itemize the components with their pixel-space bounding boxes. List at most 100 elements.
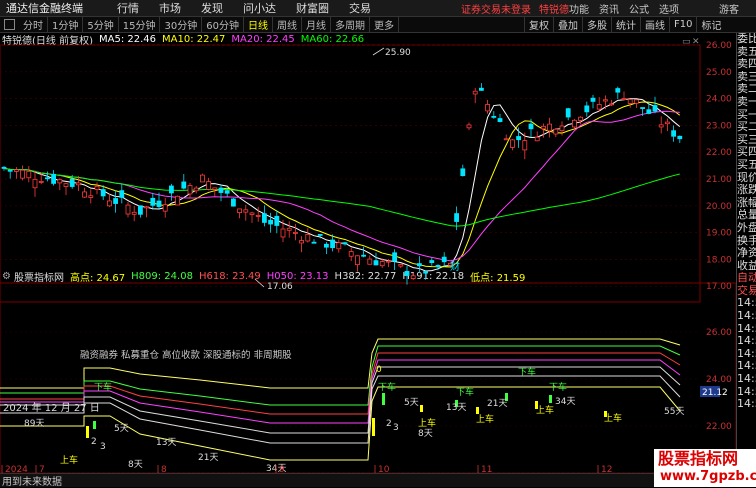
tab-60min[interactable]: 60分钟: [202, 17, 244, 32]
tab-timeshare[interactable]: 分时: [19, 17, 48, 32]
candle-body: [107, 200, 112, 207]
candle-body: [621, 98, 627, 100]
menu-function[interactable]: 功能: [569, 1, 589, 16]
tool-stats[interactable]: 统计: [611, 17, 640, 32]
menu-news[interactable]: 资讯: [599, 1, 619, 16]
candle-body: [640, 107, 645, 109]
label-buy-6: 上车: [604, 412, 622, 424]
login-warning[interactable]: 证券交易未登录: [461, 1, 531, 16]
candle-body: [503, 138, 509, 141]
tab-1min[interactable]: 1分钟: [48, 17, 84, 32]
candle-body: [541, 125, 546, 130]
label-8d-b: 8天: [418, 429, 433, 439]
menu-discover[interactable]: 发现: [201, 0, 223, 16]
chart-minimize-icon[interactable]: ▭: [682, 37, 691, 47]
candle-body: [150, 197, 156, 206]
stock-link[interactable]: 特锐德: [539, 1, 569, 16]
candle-body: [206, 181, 212, 190]
menu-options[interactable]: 选项: [659, 1, 679, 16]
label-21d-b: 21天: [487, 399, 507, 409]
sidebar-field: 收益: [737, 259, 756, 272]
sidebar-field: 14:5: [737, 310, 756, 323]
label-num-3b: 3: [393, 423, 399, 433]
sidebar-field: 换手: [737, 234, 756, 247]
sidebar-field: 委比: [737, 33, 756, 45]
menu-market[interactable]: 市场: [159, 0, 181, 16]
candlesticks: [1, 83, 683, 285]
chart-area[interactable]: 26.00 25.00 24.00 23.00 22.00 21.00 20.00 19.00…: [0, 33, 736, 473]
label-num-0: 0: [376, 365, 382, 375]
label-13d: 13天: [156, 438, 176, 448]
toolbar-grid-icon[interactable]: [4, 19, 15, 30]
candle-body: [94, 185, 100, 190]
x-tick-label: 7: [39, 465, 45, 473]
tool-adjust[interactable]: 复权: [524, 17, 553, 32]
candle-body: [20, 169, 26, 179]
candle-body: [460, 168, 466, 177]
user-guest[interactable]: 游客: [719, 1, 739, 16]
candle-body: [292, 231, 298, 234]
tool-overlay[interactable]: 叠加: [553, 17, 582, 32]
signal-bar: [476, 407, 479, 414]
y-tick-label: 21.00: [706, 175, 732, 185]
high-pointer: [372, 47, 385, 56]
tab-multi[interactable]: 多周期: [331, 17, 370, 32]
sidebar-field: 14:5: [737, 335, 756, 348]
candle-body: [280, 228, 286, 238]
finance-marker[interactable]: 财: [450, 260, 460, 273]
candle-body: [478, 87, 484, 91]
x-tick-label: 12: [601, 465, 612, 473]
ind-y-tick: 26.00: [706, 328, 732, 338]
tab-30min[interactable]: 30分钟: [160, 17, 203, 32]
sidebar-field: 卖一: [737, 95, 756, 108]
tool-mark[interactable]: 标记: [696, 17, 725, 32]
candle-body: [354, 255, 360, 266]
tool-f10[interactable]: F10: [669, 17, 696, 32]
menu-ask[interactable]: 问小达: [243, 0, 276, 16]
label-34d-b: 34天: [555, 397, 575, 407]
sidebar-field: 买一: [737, 108, 756, 121]
sidebar-field: 总量: [737, 209, 756, 222]
tab-5min[interactable]: 5分钟: [83, 17, 119, 32]
candle-body: [572, 119, 577, 128]
tab-15min[interactable]: 15分钟: [119, 17, 161, 32]
tab-weekly[interactable]: 周线: [273, 17, 302, 32]
ma5-line: [3, 98, 681, 272]
watermark-logo: 股票指标网 www.7gpzb.com: [654, 449, 756, 487]
sidebar-field: 净资: [737, 247, 756, 260]
chart-close-icon[interactable]: ✕: [692, 37, 700, 47]
watermark-line2: www.7gpzb.com: [660, 469, 756, 484]
candle-body: [528, 123, 534, 130]
sidebar-field: 涨幅: [737, 196, 756, 209]
sidebar-field: 外盘: [737, 221, 756, 234]
sidebar-field: 涨跌: [737, 184, 756, 197]
candle-body: [677, 135, 683, 140]
tab-monthly[interactable]: 月线: [302, 17, 331, 32]
sidebar-field: 14:5: [737, 385, 756, 398]
x-tick-label: 9: [279, 465, 285, 473]
tool-multi[interactable]: 多股: [582, 17, 611, 32]
candle-body: [82, 191, 87, 198]
label-5d: 5天: [114, 424, 129, 434]
tab-daily[interactable]: 日线: [244, 17, 273, 32]
sidebar-field: 卖三: [737, 70, 756, 83]
candle-body: [268, 219, 274, 225]
candle-body: [348, 251, 354, 257]
tool-draw[interactable]: 画线: [640, 17, 669, 32]
x-axis: 2024 7 8 9 10 11 12: [1, 465, 612, 473]
candle-body: [125, 204, 131, 215]
candle-body: [162, 204, 168, 212]
menu-formula[interactable]: 公式: [629, 1, 649, 16]
candle-body: [671, 130, 676, 137]
sidebar-field: 买五: [737, 158, 756, 171]
sidebar-field: 14:5: [737, 373, 756, 386]
tab-more[interactable]: 更多: [370, 17, 399, 32]
y-tick-label: 25.00: [706, 68, 732, 78]
candle-body: [7, 169, 13, 172]
candle-body: [658, 124, 664, 128]
menu-trade[interactable]: 交易: [349, 0, 371, 16]
candle-body: [13, 169, 19, 172]
menu-wealth[interactable]: 财富圈: [296, 0, 329, 16]
x-tick-label: 10: [378, 465, 390, 473]
menu-quotes[interactable]: 行情: [117, 0, 139, 16]
